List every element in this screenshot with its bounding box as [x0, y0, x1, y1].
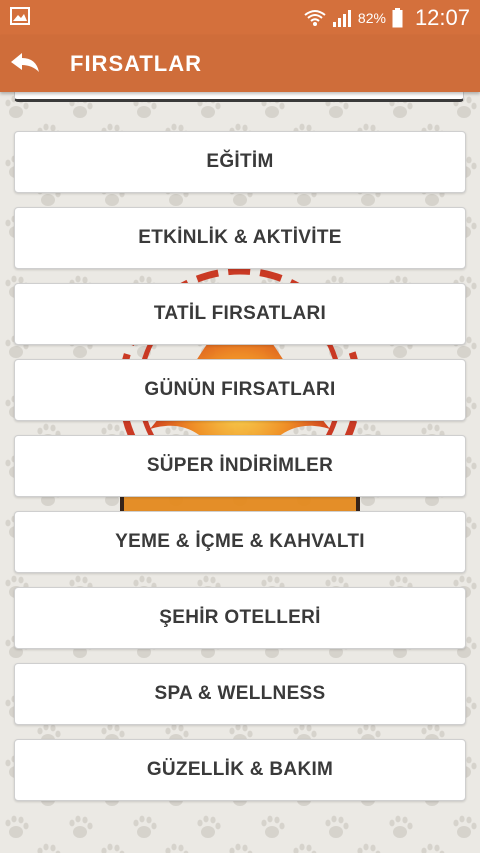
- wifi-icon: [304, 9, 326, 26]
- menu-item-sehir-otelleri[interactable]: ŞEHİR OTELLERİ: [14, 587, 466, 649]
- gallery-icon: [10, 7, 30, 25]
- app-bar: FIRSATLAR: [0, 35, 480, 92]
- signal-icon: [332, 9, 351, 27]
- menu-item-gunun-firsatlari[interactable]: GÜNÜN FIRSATLARI: [14, 359, 466, 421]
- status-bar: 82% 12:07: [0, 0, 480, 35]
- menu-item-tatil-firsatlari[interactable]: TATİL FIRSATLARI: [14, 283, 466, 345]
- clock: 12:07: [414, 4, 470, 30]
- page-title: FIRSATLAR: [70, 51, 203, 76]
- back-arrow-icon[interactable]: [8, 48, 42, 78]
- menu-item-egitim[interactable]: EĞİTİM: [14, 131, 466, 193]
- menu-item-yeme-icme-kahvalti[interactable]: YEME & İÇME & KAHVALTI: [14, 511, 466, 573]
- menu-item-guzellik-bakim[interactable]: GÜZELLİK & BAKIM: [14, 739, 466, 801]
- previous-card: [14, 92, 464, 102]
- status-icons: 82% 12:07: [304, 0, 470, 35]
- battery-percent: 82%: [357, 9, 386, 26]
- menu-item-etkinlik-aktivite[interactable]: ETKİNLİK & AKTİVİTE: [14, 207, 466, 269]
- battery-icon: [392, 7, 403, 27]
- content-area[interactable]: EĞİTİM ETKİNLİK & AKTİVİTE TATİL FIRSATL…: [0, 92, 480, 853]
- menu-item-super-indirimler[interactable]: SÜPER İNDİRİMLER: [14, 435, 466, 497]
- menu-item-spa-wellness[interactable]: SPA & WELLNESS: [14, 663, 466, 725]
